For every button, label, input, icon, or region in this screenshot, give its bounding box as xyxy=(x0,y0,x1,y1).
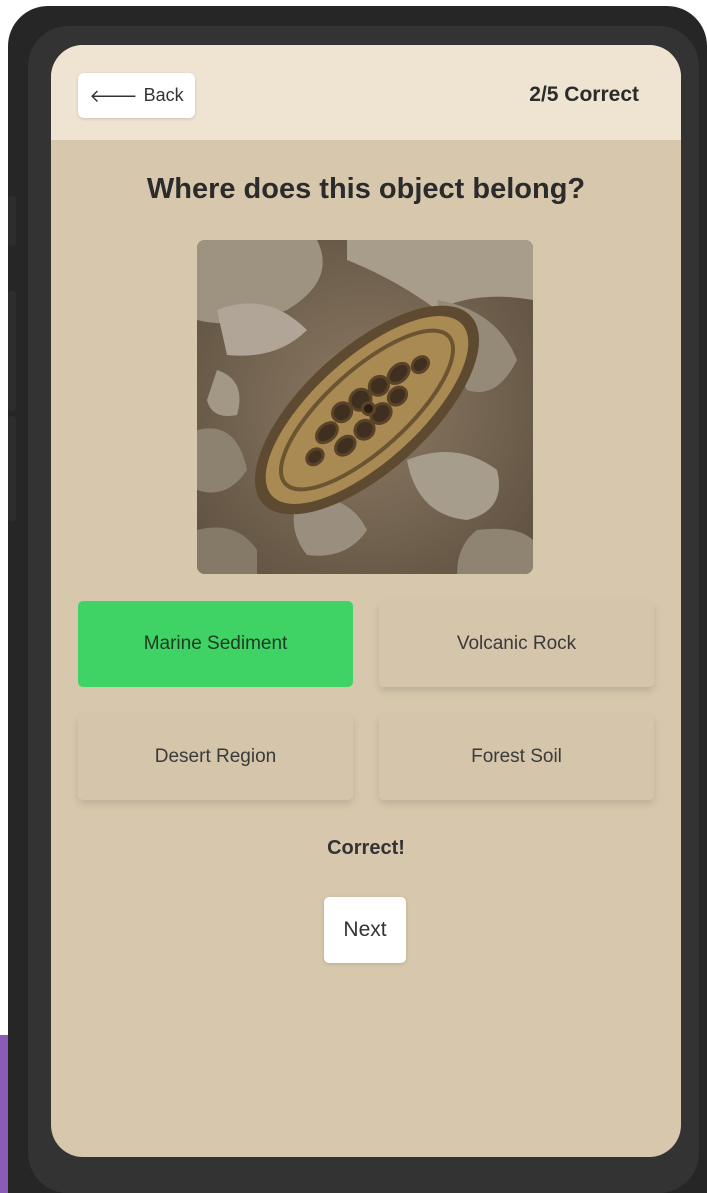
option-label: Volcanic Rock xyxy=(456,633,577,654)
score-counter: 2/5 Correct xyxy=(529,83,639,106)
option-label: Marine Sediment xyxy=(143,633,288,654)
option-marine-sediment[interactable]: Marine Sediment xyxy=(78,601,353,687)
top-bar: 🡐 Back 2/5 Correct xyxy=(51,45,681,140)
arrow-left-icon: 🡐 xyxy=(89,85,138,106)
side-button xyxy=(8,291,16,411)
back-label: Back xyxy=(143,85,184,105)
result-message: Correct! xyxy=(327,837,405,859)
option-desert-region[interactable]: Desert Region xyxy=(78,714,353,800)
option-forest-soil[interactable]: Forest Soil xyxy=(379,714,654,800)
option-label: Forest Soil xyxy=(471,746,562,767)
next-button[interactable]: Next xyxy=(324,897,406,963)
side-button xyxy=(8,196,16,246)
option-label: Desert Region xyxy=(154,746,277,767)
fossil-image xyxy=(197,240,533,574)
side-button xyxy=(8,416,16,521)
option-volcanic-rock[interactable]: Volcanic Rock xyxy=(379,601,654,687)
back-button[interactable]: 🡐 Back xyxy=(78,73,195,118)
next-label: Next xyxy=(343,918,387,941)
question-text: Where does this object belong? xyxy=(146,173,586,205)
app-screen: 🡐 Back 2/5 Correct Where does this objec… xyxy=(51,45,681,1157)
